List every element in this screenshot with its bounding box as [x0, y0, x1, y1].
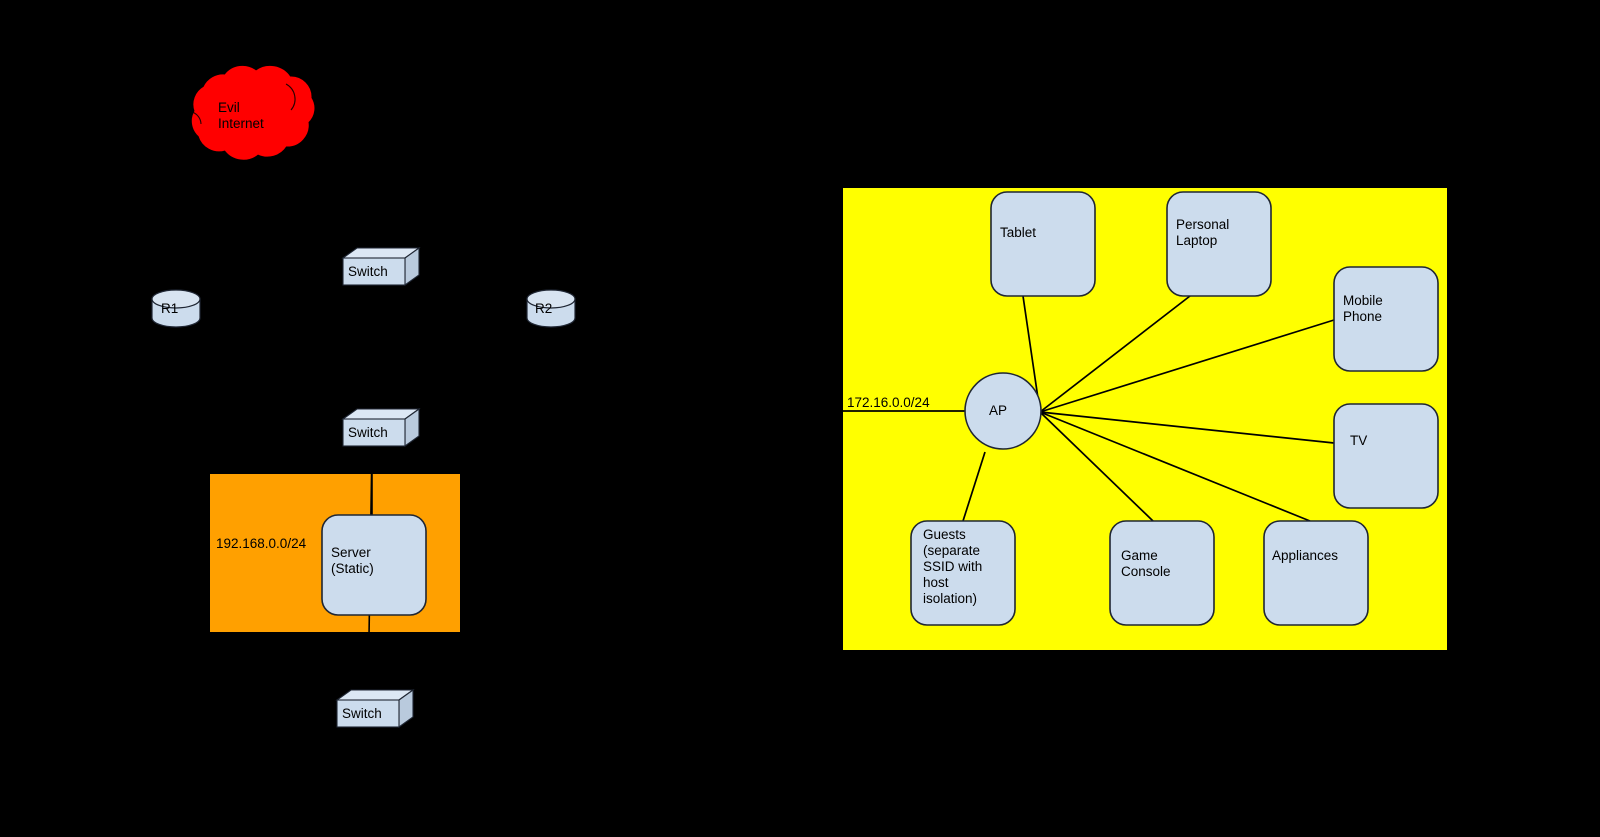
router-r2[interactable] [526, 289, 576, 328]
node-server[interactable] [321, 514, 427, 616]
node-ap[interactable] [964, 372, 1042, 450]
network-diagram-canvas [151, 65, 1447, 729]
switch-mid[interactable] [341, 407, 421, 448]
node-tablet[interactable] [990, 191, 1096, 297]
node-guests[interactable] [910, 520, 1016, 626]
node-tv[interactable] [1333, 403, 1439, 509]
switch-mid-front-face [342, 418, 406, 447]
zone-server-subnet-label: 192.168.0.0/24 [216, 536, 307, 551]
link-r1-switchtop [189, 284, 351, 292]
router-r1[interactable] [151, 289, 201, 328]
node-game-console[interactable] [1109, 520, 1215, 626]
node-personal-laptop[interactable] [1166, 191, 1272, 297]
r2-cylinder-top [526, 289, 576, 309]
switch-bottom-front-face [336, 699, 400, 728]
node-appliances[interactable] [1263, 520, 1369, 626]
link-internet-r1 [199, 159, 251, 292]
switch-top[interactable] [341, 246, 421, 287]
node-mobile-phone[interactable] [1333, 266, 1439, 372]
r1-cylinder-top [151, 289, 201, 309]
switch-bottom[interactable] [335, 688, 415, 729]
cloud-icon [191, 65, 315, 160]
switch-top-front-face [342, 257, 406, 286]
zone-wifi-subnet-label: 172.16.0.0/24 [847, 395, 930, 410]
internet-cloud[interactable] [191, 65, 315, 160]
